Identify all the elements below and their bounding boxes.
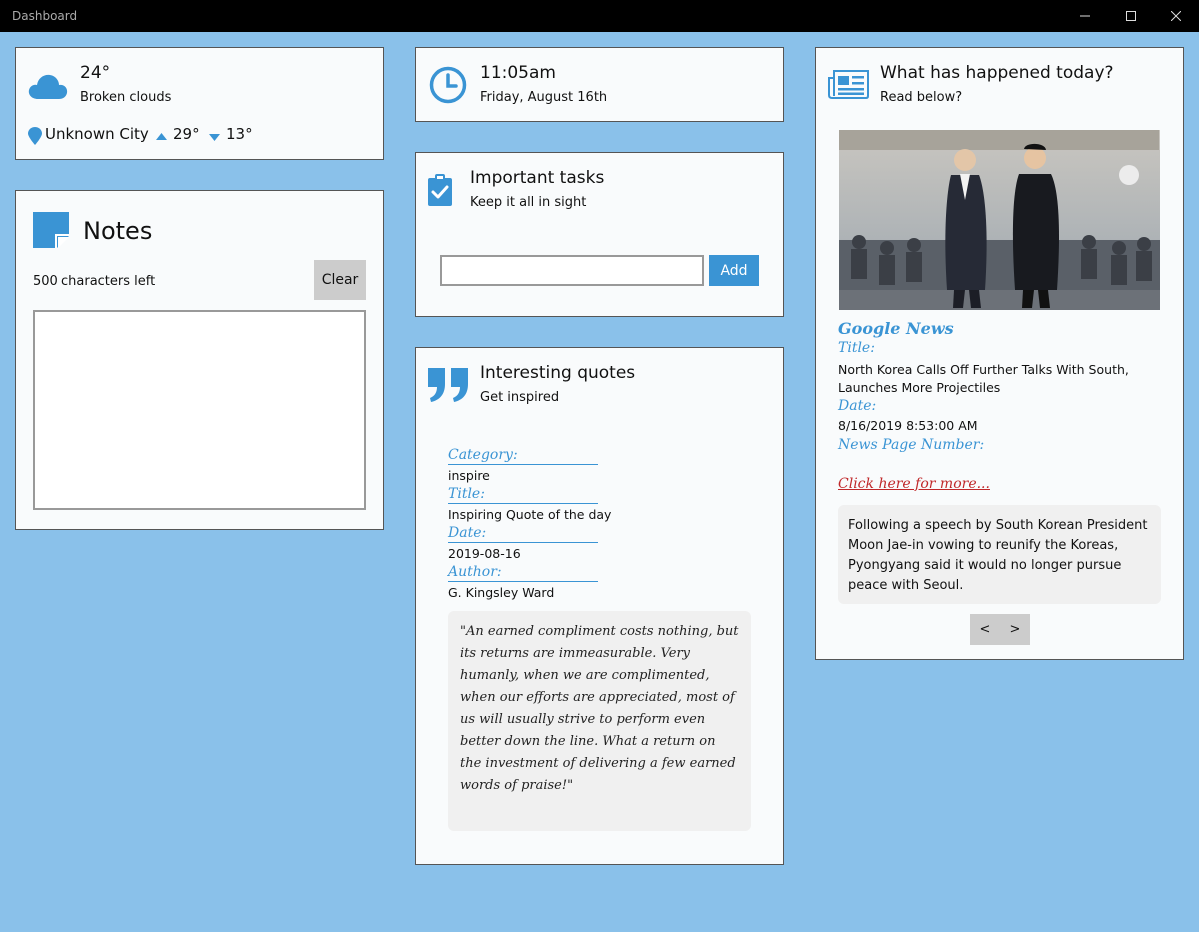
tasks-card: Important tasks Keep it all in sight Add	[415, 152, 784, 317]
maximize-button[interactable]	[1108, 0, 1154, 32]
prev-news-button[interactable]: <	[970, 614, 1000, 645]
news-subtitle: Read below?	[880, 90, 963, 105]
add-task-button[interactable]: Add	[709, 255, 759, 286]
title-divider	[448, 503, 598, 504]
clock-card: 11:05am Friday, August 16th	[415, 47, 784, 122]
arrow-up-icon	[156, 133, 167, 140]
weather-condition: Broken clouds	[80, 90, 172, 105]
close-icon	[1171, 11, 1181, 21]
page-number-label: News Page Number:	[838, 437, 985, 453]
clear-notes-button[interactable]: Clear	[314, 260, 366, 300]
clipboard-check-icon	[428, 174, 452, 206]
newspaper-icon	[828, 70, 869, 99]
location-pin-icon	[28, 127, 42, 145]
quote-date-label: Date:	[448, 525, 487, 541]
author-label: Author:	[448, 564, 502, 580]
news-headline: North Korea Calls Off Further Talks With…	[838, 362, 1129, 395]
sticky-note-icon	[33, 212, 69, 248]
notes-textarea[interactable]	[33, 310, 366, 510]
window-title: Dashboard	[12, 9, 78, 23]
maximize-icon	[1126, 11, 1136, 21]
arrow-down-icon	[209, 134, 220, 141]
temperature: 24°	[80, 63, 111, 83]
cloud-icon	[28, 74, 68, 99]
notes-title: Notes	[83, 217, 153, 245]
temp-low: 13°	[226, 125, 253, 143]
quotes-title: Interesting quotes	[480, 363, 636, 383]
chars-left-label: characters left	[61, 274, 156, 289]
news-card: What has happened today? Read below? Goo…	[815, 47, 1184, 660]
quote-title: Inspiring Quote of the day	[448, 507, 612, 522]
quotes-subtitle: Get inspired	[480, 390, 560, 405]
quote-title-label: Title:	[448, 486, 485, 502]
quote-category: inspire	[448, 468, 490, 483]
headline-label: Title:	[838, 340, 875, 356]
quote-text: "An earned compliment costs nothing, but…	[448, 611, 751, 831]
notes-card: Notes 500 characters left Clear	[15, 190, 384, 530]
category-divider	[448, 464, 598, 465]
tasks-subtitle: Keep it all in sight	[470, 195, 587, 210]
clock-icon	[429, 66, 467, 104]
clock-time: 11:05am	[480, 63, 556, 83]
news-summary: Following a speech by South Korean Presi…	[838, 505, 1161, 604]
clock-date: Friday, August 16th	[480, 90, 608, 105]
minimize-button[interactable]	[1062, 0, 1108, 32]
news-source: Google News	[838, 319, 954, 338]
window-titlebar: Dashboard	[0, 0, 1199, 32]
news-date-label: Date:	[838, 398, 877, 414]
quote-author: G. Kingsley Ward	[448, 585, 555, 600]
quote-date: 2019-08-16	[448, 546, 521, 561]
news-title: What has happened today?	[880, 63, 1114, 83]
news-photo	[839, 130, 1160, 310]
date-divider	[448, 542, 598, 543]
author-divider	[448, 581, 598, 582]
quote-icon	[428, 368, 468, 402]
category-label: Category:	[448, 447, 518, 463]
temp-high: 29°	[173, 125, 200, 143]
tasks-title: Important tasks	[470, 168, 605, 188]
close-button[interactable]	[1153, 0, 1199, 32]
weather-card: 24° Broken clouds Unknown City 29° 13°	[15, 47, 384, 160]
minimize-icon	[1080, 15, 1090, 17]
more-news-link[interactable]: Click here for more...	[838, 476, 990, 492]
city-name: Unknown City	[45, 125, 149, 143]
chars-left-count: 500	[33, 274, 58, 289]
next-news-button[interactable]: >	[1000, 614, 1030, 645]
news-date: 8/16/2019 8:53:00 AM	[838, 418, 978, 433]
quotes-card: Interesting quotes Get inspired Category…	[415, 347, 784, 865]
task-input[interactable]	[440, 255, 704, 286]
